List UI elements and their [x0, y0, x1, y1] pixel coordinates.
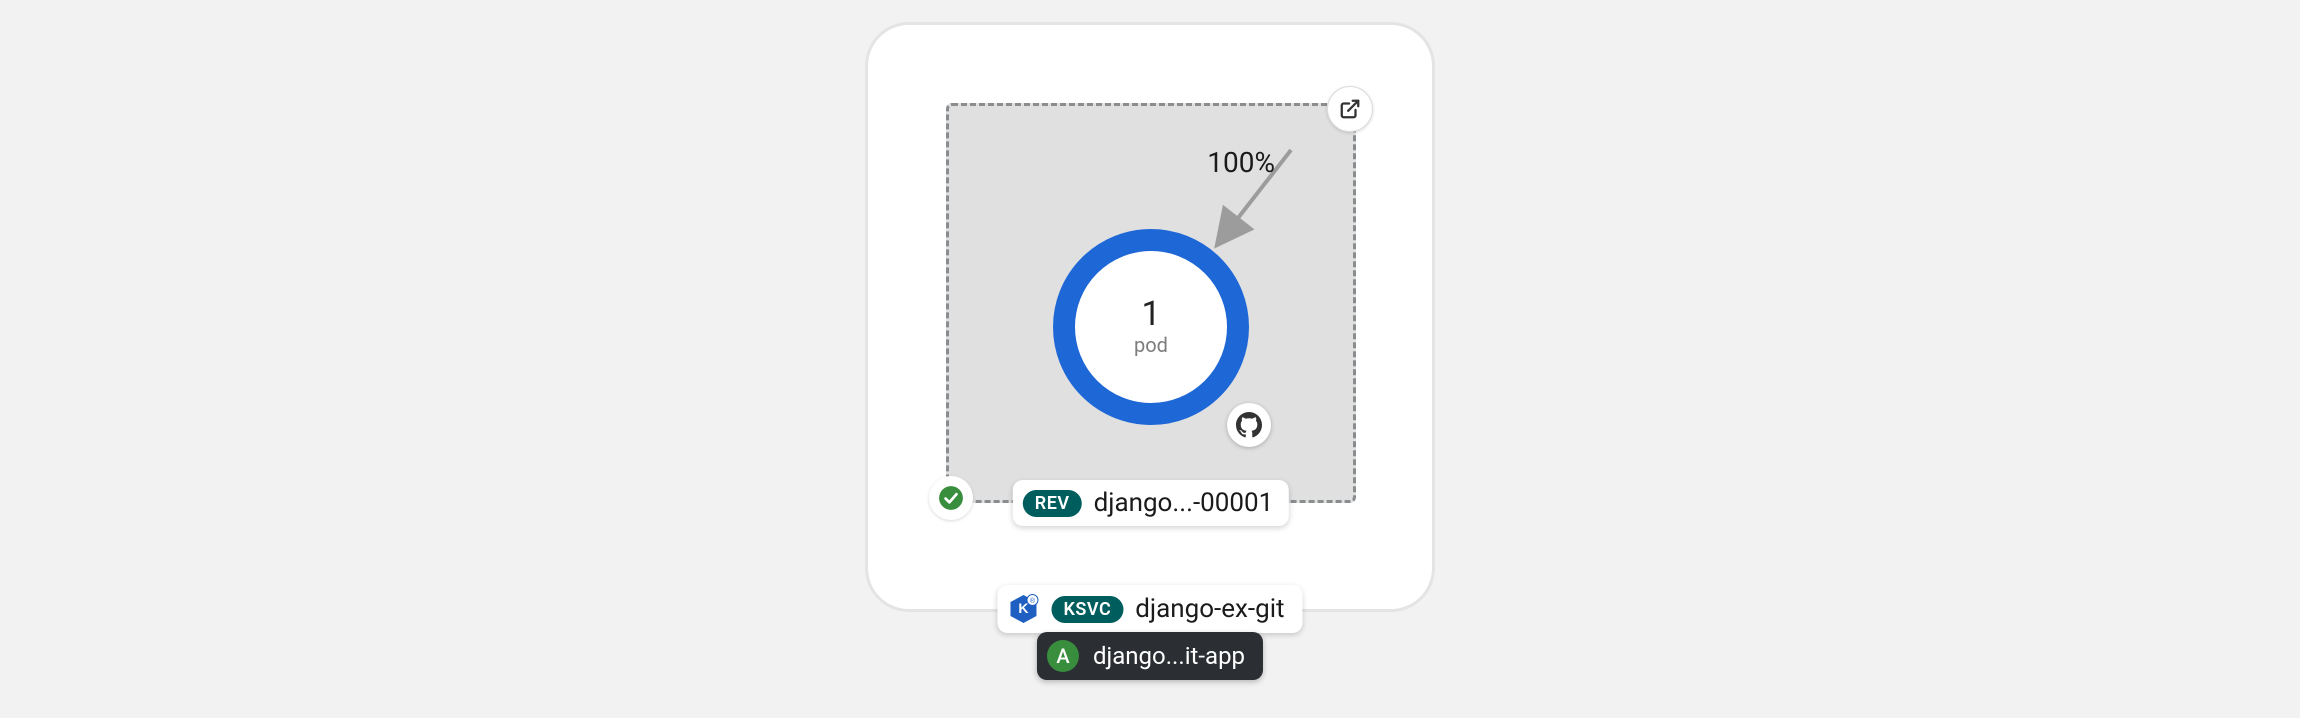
- application-chip[interactable]: A django...it-app: [1037, 632, 1263, 680]
- open-url-button[interactable]: [1327, 86, 1373, 132]
- pod-label: pod: [1134, 333, 1168, 357]
- ksvc-badge: KSVC: [1051, 596, 1123, 623]
- knative-service-chip[interactable]: K ® KSVC django-ex-git: [997, 585, 1302, 633]
- ksvc-name: django-ex-git: [1135, 594, 1284, 624]
- pod-count: 1: [1141, 297, 1160, 331]
- github-icon[interactable]: [1227, 403, 1271, 447]
- application-name: django...it-app: [1093, 642, 1245, 670]
- revision-chip[interactable]: REV django...-00001: [1013, 480, 1289, 526]
- knative-icon: K ®: [1007, 593, 1039, 625]
- status-check-icon: [929, 476, 973, 520]
- revision-badge: REV: [1023, 490, 1082, 517]
- svg-text:®: ®: [1030, 597, 1036, 605]
- traffic-percent: 100%: [1207, 146, 1275, 179]
- pod-donut[interactable]: 1 pod: [1053, 229, 1249, 425]
- topology-stage: 100% 1 pod: [850, 0, 1450, 718]
- revision-name: django...-00001: [1094, 488, 1274, 518]
- revision-group[interactable]: 100% 1 pod: [946, 103, 1356, 503]
- pod-ring: 1 pod: [1053, 229, 1249, 425]
- knative-service-group[interactable]: 100% 1 pod: [865, 22, 1435, 612]
- application-badge: A: [1047, 640, 1079, 672]
